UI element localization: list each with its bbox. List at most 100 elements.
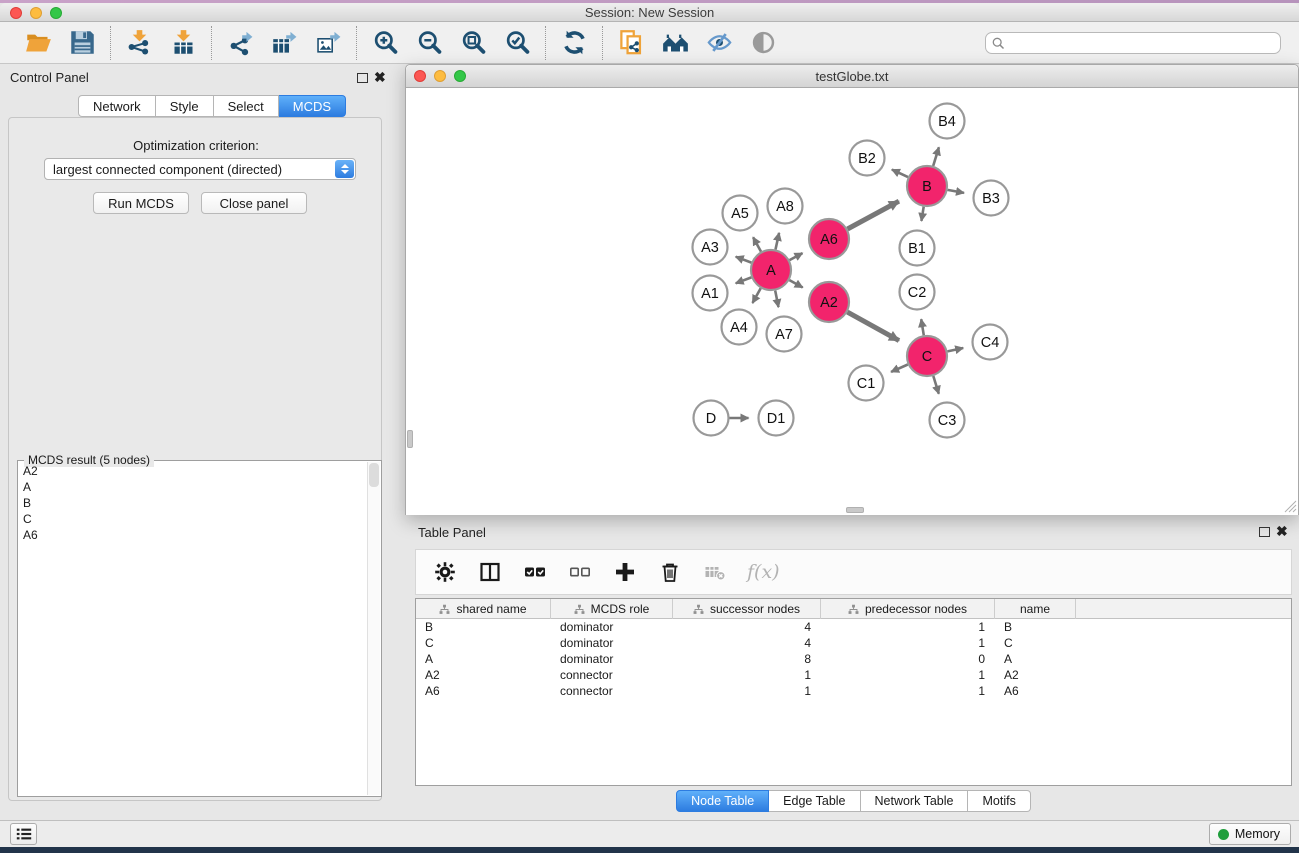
- mcds-result-item[interactable]: A2: [19, 463, 366, 479]
- export-table-button[interactable]: [268, 27, 300, 59]
- table-panel-float-icon[interactable]: [1259, 527, 1270, 537]
- edge-B-B2[interactable]: [892, 170, 908, 178]
- zoom-in-button[interactable]: [369, 27, 401, 59]
- edge-C-C1[interactable]: [891, 365, 908, 372]
- window-resize-grip[interactable]: [1284, 500, 1297, 513]
- mcds-result-item[interactable]: C: [19, 511, 366, 527]
- deselect-all-rows-button[interactable]: [567, 559, 593, 585]
- zoom-fit-button[interactable]: [457, 27, 489, 59]
- column-header-mcds-role[interactable]: MCDS role: [551, 599, 673, 619]
- search-field[interactable]: [985, 32, 1281, 54]
- column-header-name[interactable]: name: [995, 599, 1076, 619]
- node-B2[interactable]: B2: [850, 141, 885, 176]
- edge-B-B4[interactable]: [933, 147, 939, 166]
- node-A3[interactable]: A3: [693, 230, 728, 265]
- node-A1[interactable]: A1: [693, 276, 728, 311]
- node-C[interactable]: C: [907, 336, 947, 376]
- export-network-button[interactable]: [224, 27, 256, 59]
- network-canvas[interactable]: B4 B2 B B3 A8 A5 A6 A3 B1 A A1 C2 A2 A4 A7 C4 C C1 C3 D D1: [406, 88, 1298, 515]
- mcds-result-item[interactable]: A6: [19, 527, 366, 543]
- edge-C-C3[interactable]: [933, 376, 939, 394]
- node-B[interactable]: B: [907, 166, 947, 206]
- control-panel-close-icon[interactable]: ✖: [374, 71, 386, 83]
- edge-A-A4[interactable]: [753, 288, 761, 303]
- column-header-shared-name[interactable]: shared name: [416, 599, 551, 619]
- node-A7[interactable]: A7: [767, 317, 802, 352]
- tab-node-table[interactable]: Node Table: [676, 790, 769, 812]
- edge-B-B1[interactable]: [921, 207, 923, 221]
- select-all-rows-button[interactable]: [522, 559, 548, 585]
- edge-B-B3[interactable]: [948, 190, 964, 193]
- column-header-predecessor-nodes[interactable]: predecessor nodes: [821, 599, 995, 619]
- open-file-button[interactable]: [22, 27, 54, 59]
- edge-A2-C[interactable]: [847, 312, 899, 341]
- delete-column-button[interactable]: [657, 559, 683, 585]
- import-network-button[interactable]: [123, 27, 155, 59]
- search-input[interactable]: [1010, 36, 1270, 50]
- tab-network[interactable]: Network: [78, 95, 156, 117]
- tab-network-table[interactable]: Network Table: [861, 790, 969, 812]
- run-mcds-button[interactable]: Run MCDS: [93, 192, 189, 214]
- hide-panels-button[interactable]: [703, 27, 735, 59]
- memory-button[interactable]: Memory: [1209, 823, 1291, 845]
- node-B1[interactable]: B1: [900, 231, 935, 266]
- edge-A6-B[interactable]: [848, 201, 899, 229]
- node-D1[interactable]: D1: [759, 401, 794, 436]
- table-row[interactable]: A2connector11A2: [416, 667, 1291, 683]
- import-table-button[interactable]: [167, 27, 199, 59]
- table-row[interactable]: A6connector11A6: [416, 683, 1291, 699]
- mcds-result-item[interactable]: A: [19, 479, 366, 495]
- column-header-successor-nodes[interactable]: successor nodes: [673, 599, 821, 619]
- show-panels-button[interactable]: [747, 27, 779, 59]
- clone-network-button[interactable]: [615, 27, 647, 59]
- table-columns-button[interactable]: [477, 559, 503, 585]
- tab-edge-table[interactable]: Edge Table: [769, 790, 860, 812]
- edge-A-A8[interactable]: [776, 233, 780, 250]
- add-column-button[interactable]: [612, 559, 638, 585]
- control-panel-float-icon[interactable]: [357, 73, 368, 83]
- close-panel-button[interactable]: Close panel: [201, 192, 307, 214]
- table-row[interactable]: Adominator80A: [416, 651, 1291, 667]
- save-session-button[interactable]: [66, 27, 98, 59]
- edge-A-A1[interactable]: [736, 277, 752, 283]
- tab-mcds[interactable]: MCDS: [279, 95, 346, 117]
- home-button[interactable]: [659, 27, 691, 59]
- node-A5[interactable]: A5: [723, 196, 758, 231]
- tab-motifs[interactable]: Motifs: [968, 790, 1030, 812]
- mcds-result-item[interactable]: B: [19, 495, 366, 511]
- optimization-criterion-dropdown[interactable]: largest connected component (directed): [44, 158, 356, 180]
- edge-A-A7[interactable]: [775, 291, 778, 308]
- show-panel-list-button[interactable]: [10, 823, 37, 845]
- node-C4[interactable]: C4: [973, 325, 1008, 360]
- edge-C-C4[interactable]: [948, 348, 964, 351]
- table-row[interactable]: Cdominator41C: [416, 635, 1291, 651]
- zoom-out-button[interactable]: [413, 27, 445, 59]
- edge-C-C2[interactable]: [921, 319, 924, 335]
- table-panel-close-icon[interactable]: ✖: [1276, 525, 1288, 537]
- result-scrollbar-thumb[interactable]: [369, 463, 379, 487]
- edge-A-A6[interactable]: [790, 253, 803, 260]
- node-C1[interactable]: C1: [849, 366, 884, 401]
- result-scrollbar[interactable]: [367, 462, 380, 795]
- node-A8[interactable]: A8: [768, 189, 803, 224]
- node-C3[interactable]: C3: [930, 403, 965, 438]
- table-settings-button[interactable]: [432, 559, 458, 585]
- node-C2[interactable]: C2: [900, 275, 935, 310]
- node-A[interactable]: A: [751, 250, 791, 290]
- node-D[interactable]: D: [694, 401, 729, 436]
- table-row[interactable]: Bdominator41B: [416, 619, 1291, 635]
- zoom-selected-button[interactable]: [501, 27, 533, 59]
- tab-select[interactable]: Select: [214, 95, 279, 117]
- node-A2[interactable]: A2: [809, 282, 849, 322]
- network-horizontal-scrollbar-thumb[interactable]: [846, 507, 864, 513]
- edge-A-A3[interactable]: [736, 257, 752, 263]
- node-B3[interactable]: B3: [974, 181, 1009, 216]
- export-image-button[interactable]: [312, 27, 344, 59]
- apply-layout-refresh-button[interactable]: [558, 27, 590, 59]
- node-B4[interactable]: B4: [930, 104, 965, 139]
- edge-A-A2[interactable]: [789, 280, 802, 287]
- node-A4[interactable]: A4: [722, 310, 757, 345]
- node-A6[interactable]: A6: [809, 219, 849, 259]
- edge-A-A5[interactable]: [753, 237, 761, 251]
- network-vertical-scrollbar-thumb[interactable]: [407, 430, 413, 448]
